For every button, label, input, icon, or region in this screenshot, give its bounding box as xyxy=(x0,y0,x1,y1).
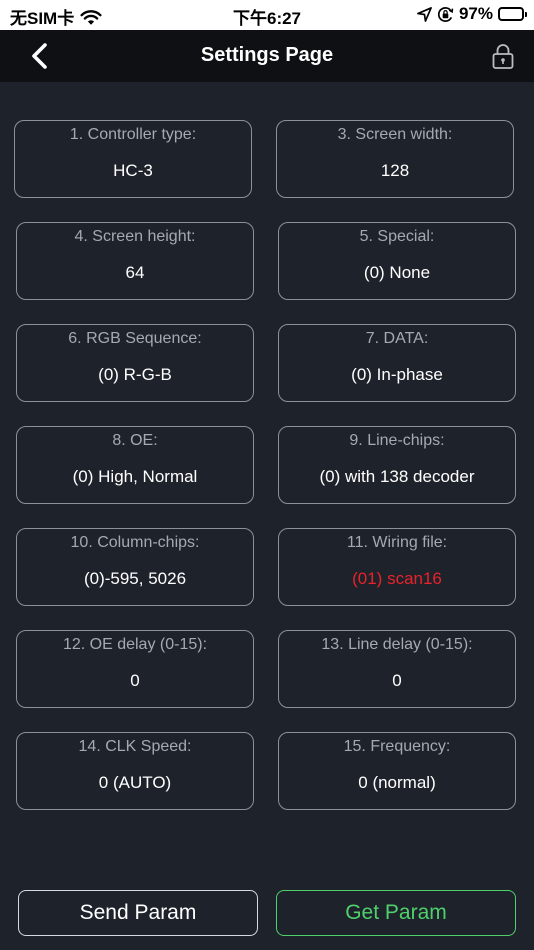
setting-label: 7. DATA: xyxy=(365,330,429,347)
setting-value: 0 (AUTO) xyxy=(98,773,172,792)
setting-value: 64 xyxy=(125,263,145,282)
setting-label: 5. Special: xyxy=(359,228,435,245)
setting-label: 3. Screen width: xyxy=(337,126,453,143)
setting-frequency[interactable]: 15. Frequency: 0 (normal) xyxy=(278,732,516,810)
battery-icon xyxy=(498,7,527,21)
setting-value: (0) with 138 decoder xyxy=(319,467,475,486)
setting-label: 1. Controller type: xyxy=(69,126,197,143)
setting-value: (0) R-G-B xyxy=(98,365,172,384)
setting-rgb-sequence[interactable]: 6. RGB Sequence: (0) R-G-B xyxy=(16,324,254,402)
setting-value: (0) High, Normal xyxy=(72,467,198,486)
setting-value: (0) In-phase xyxy=(351,365,443,384)
setting-value: (0) None xyxy=(363,263,431,282)
setting-value: (0)-595, 5026 xyxy=(83,569,187,588)
setting-oe[interactable]: 8. OE: (0) High, Normal xyxy=(16,426,254,504)
setting-controller-type[interactable]: 1. Controller type: HC-3 xyxy=(14,120,252,198)
setting-value: 0 xyxy=(392,671,402,690)
setting-data[interactable]: 7. DATA: (0) In-phase xyxy=(278,324,516,402)
setting-value-warning: (01) scan16 xyxy=(352,569,442,588)
get-param-button[interactable]: Get Param xyxy=(276,890,516,936)
setting-column-chips[interactable]: 10. Column-chips: (0)-595, 5026 xyxy=(16,528,254,606)
setting-label: 4. Screen height: xyxy=(74,228,196,245)
setting-clk-speed[interactable]: 14. CLK Speed: 0 (AUTO) xyxy=(16,732,254,810)
setting-screen-width[interactable]: 3. Screen width: 128 xyxy=(276,120,514,198)
battery-percent: 97% xyxy=(458,4,493,23)
status-right-group: 97% xyxy=(417,4,527,24)
setting-oe-delay[interactable]: 12. OE delay (0-15): 0 xyxy=(16,630,254,708)
setting-label: 14. CLK Speed: xyxy=(78,738,192,755)
setting-label: 15. Frequency: xyxy=(343,738,451,755)
setting-label: 11. Wiring file: xyxy=(346,534,448,551)
setting-wiring-file[interactable]: 11. Wiring file: (01) scan16 xyxy=(278,528,516,606)
setting-label: 10. Column-chips: xyxy=(70,534,200,551)
navigation-bar: Settings Page xyxy=(0,30,534,82)
setting-label: 8. OE: xyxy=(112,432,158,449)
setting-value: 0 (normal) xyxy=(358,773,436,792)
setting-value: 0 xyxy=(130,671,140,690)
orientation-lock-icon xyxy=(437,6,454,22)
page-title: Settings Page xyxy=(200,44,334,66)
setting-special[interactable]: 5. Special: (0) None xyxy=(278,222,516,300)
setting-value: 128 xyxy=(380,161,410,180)
send-param-button[interactable]: Send Param xyxy=(18,890,258,936)
setting-label: 13. Line delay (0-15): xyxy=(321,636,473,653)
location-arrow-icon xyxy=(417,6,432,22)
setting-label: 9. Line-chips: xyxy=(349,432,445,449)
setting-line-delay[interactable]: 13. Line delay (0-15): 0 xyxy=(278,630,516,708)
lock-icon[interactable] xyxy=(490,42,516,70)
setting-screen-height[interactable]: 4. Screen height: 64 xyxy=(16,222,254,300)
status-bar: 无SIM卡 下午6:27 97% xyxy=(0,0,534,30)
setting-value: HC-3 xyxy=(113,161,153,180)
setting-label: 6. RGB Sequence: xyxy=(68,330,202,347)
setting-label: 12. OE delay (0-15): xyxy=(62,636,208,653)
setting-line-chips[interactable]: 9. Line-chips: (0) with 138 decoder xyxy=(278,426,516,504)
